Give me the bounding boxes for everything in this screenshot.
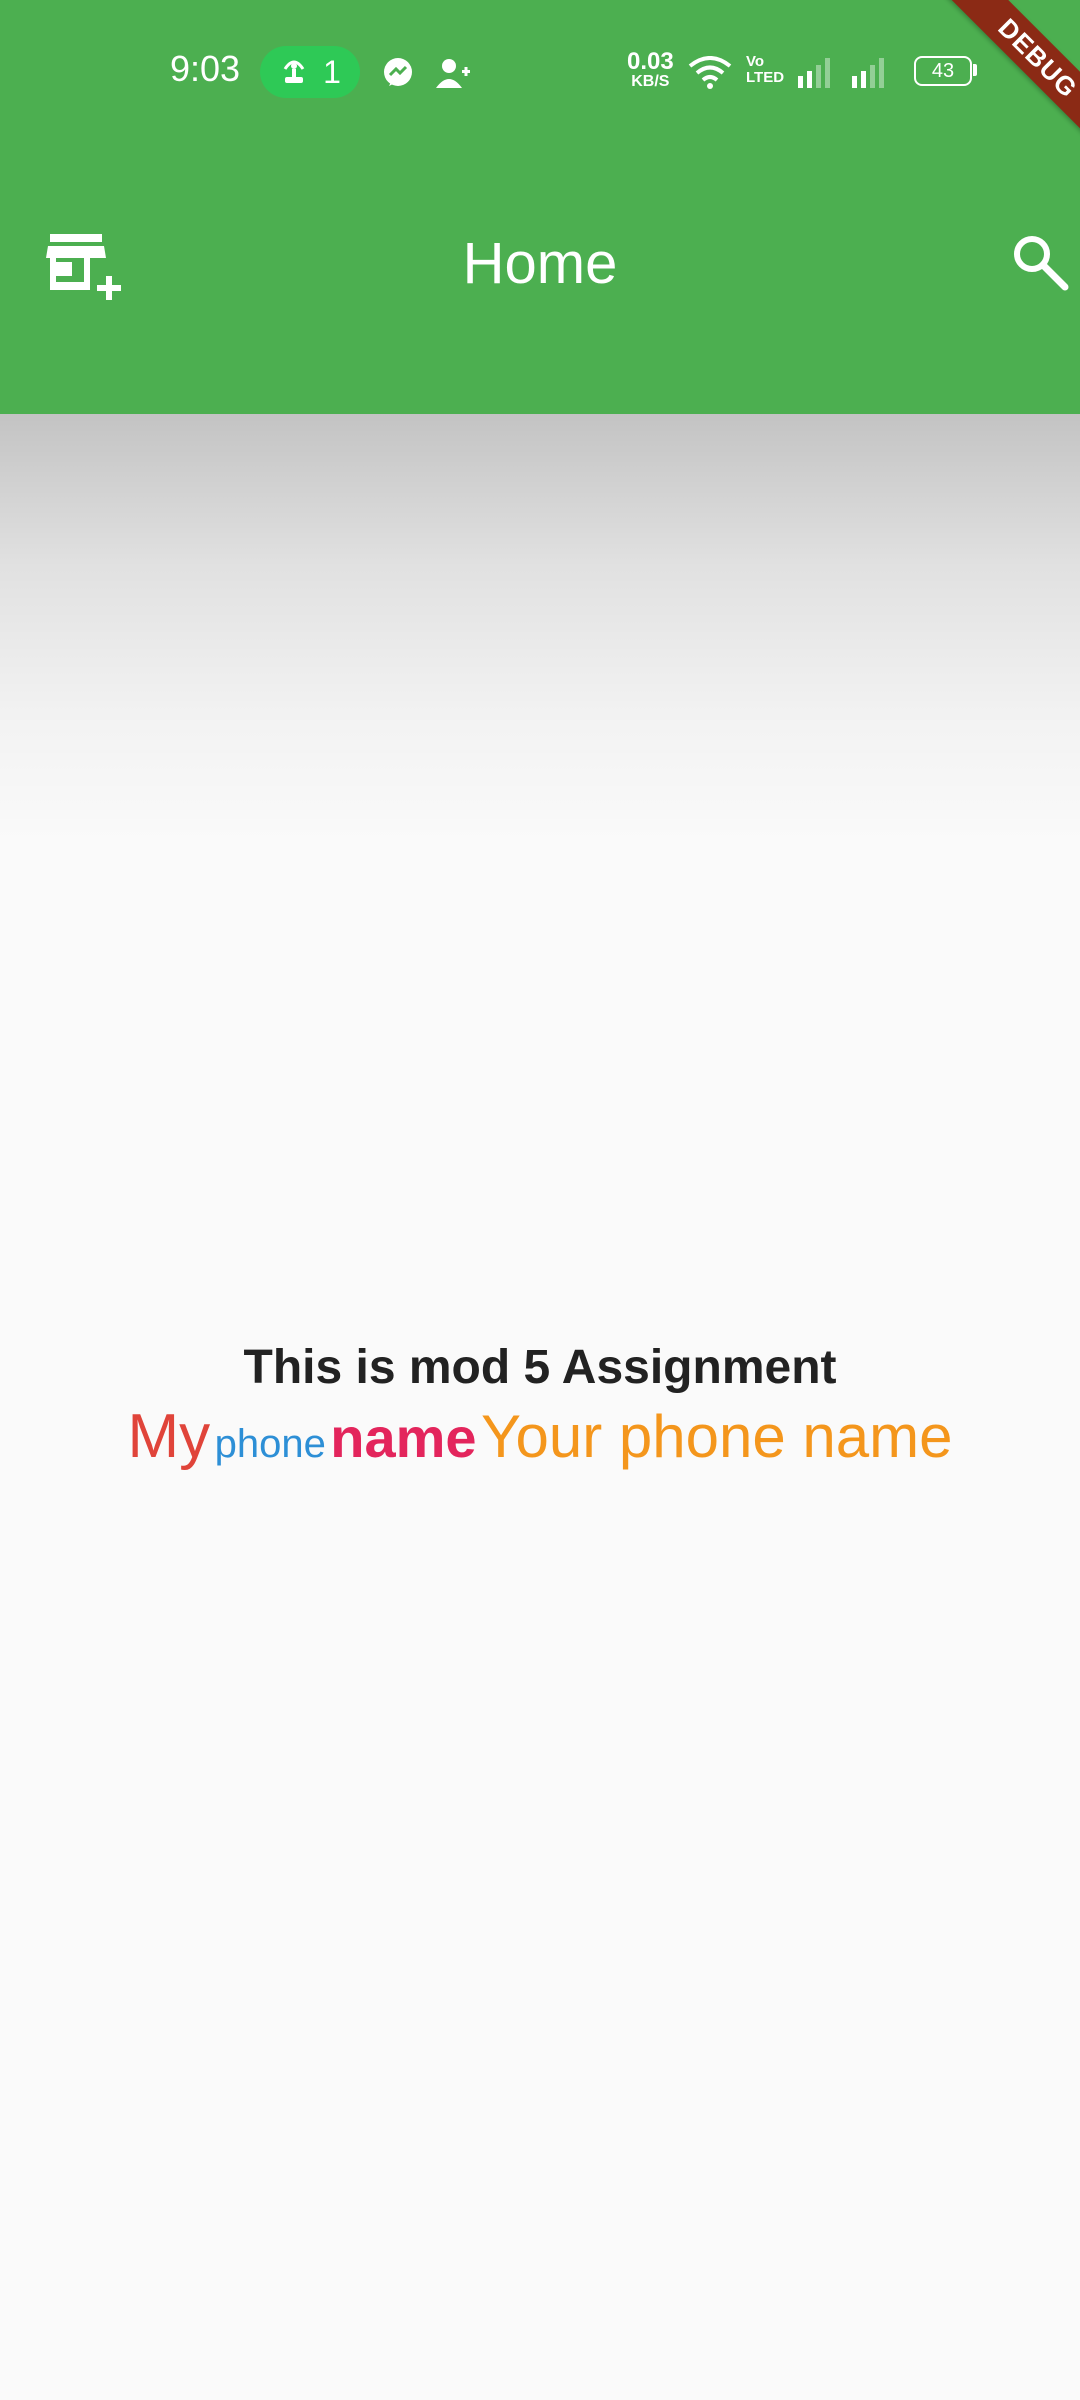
volte-indicator: Vo LTED bbox=[746, 54, 784, 86]
rich-text-phone: phone bbox=[214, 1422, 326, 1466]
rich-text-your-phone-name: Your phone name bbox=[481, 1403, 953, 1470]
page-title: Home bbox=[462, 231, 618, 296]
wifi-icon bbox=[688, 56, 732, 89]
hotspot-icon bbox=[283, 60, 305, 83]
assignment-heading: This is mod 5 Assignment bbox=[243, 1341, 837, 1394]
add-contact-icon bbox=[436, 59, 470, 88]
net-speed: 0.03 KB/S bbox=[627, 50, 674, 90]
net-speed-value: 0.03 bbox=[627, 48, 674, 75]
rich-text-name: name bbox=[330, 1406, 477, 1469]
main-content: This is mod 5 Assignment My phone name Y… bbox=[0, 1340, 1080, 1472]
net-speed-unit: KB/S bbox=[631, 73, 670, 90]
messenger-icon bbox=[384, 58, 412, 86]
volte-bottom: LTED bbox=[746, 69, 785, 86]
rich-text-my: My bbox=[127, 1402, 211, 1471]
rich-text-line: My phone name Your phone name bbox=[0, 1401, 1080, 1472]
status-time: 9:03 bbox=[170, 48, 241, 89]
hotspot-indicator[interactable]: 1 bbox=[260, 46, 360, 98]
volte-top: Vo bbox=[746, 53, 765, 70]
debug-banner-container: DEBUG bbox=[840, 0, 1080, 240]
debug-banner: DEBUG bbox=[917, 0, 1080, 179]
hotspot-count: 1 bbox=[323, 53, 341, 90]
signal-icon-1 bbox=[798, 58, 830, 88]
app-bar-shadow bbox=[0, 414, 1080, 844]
search-icon[interactable] bbox=[1010, 232, 1070, 292]
